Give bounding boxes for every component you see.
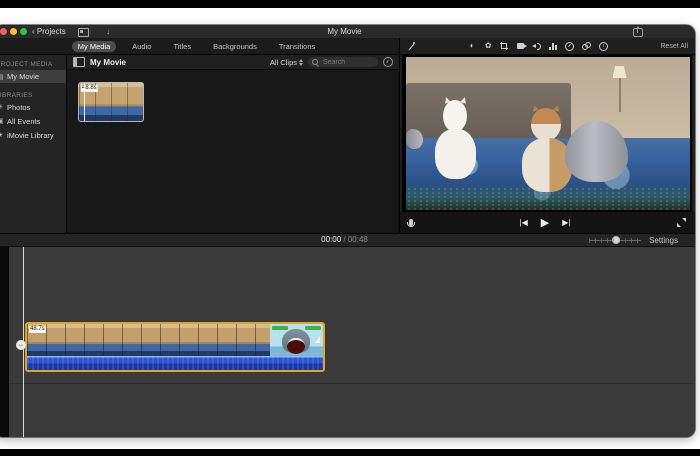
- project-media-header: PROJECT MEDIA: [0, 61, 53, 68]
- updown-chevrons-icon: [299, 57, 303, 67]
- sidebar-item-label: Photos: [7, 102, 31, 112]
- filmstrip-icon: ▤: [0, 73, 4, 81]
- endcard-badge: [272, 326, 288, 330]
- endcard-shark: [282, 329, 310, 354]
- adjust-toolbar: ◐ ✿ i Reset All: [400, 38, 695, 55]
- window-titlebar: ‹ Projects ↓ My Movie: [0, 25, 695, 39]
- all-clips-label: All Clips: [269, 57, 297, 67]
- sidebar-item-label: My Movie: [7, 72, 40, 81]
- timeline[interactable]: 48.7s ↔: [0, 247, 695, 437]
- stabilization-icon[interactable]: [516, 43, 527, 49]
- media-pane-body: PROJECT MEDIA ▤ My Movie LIBRARIES ✳ Pho…: [0, 55, 399, 233]
- total-time: / 00:48: [343, 235, 368, 244]
- speed-icon[interactable]: [565, 41, 575, 51]
- clip-duration-badge: 48.7s: [29, 326, 46, 333]
- search-box[interactable]: [308, 57, 378, 67]
- sidebar-item-my-movie[interactable]: ▤ My Movie: [0, 70, 66, 83]
- settings-button[interactable]: Settings: [649, 236, 678, 245]
- imovie-window: ‹ Projects ↓ My Movie My Media Audio Tit…: [0, 25, 695, 437]
- previous-frame-button[interactable]: |◀: [520, 218, 528, 228]
- endcard-badge: [305, 326, 321, 330]
- clip-filter-icon[interactable]: [383, 57, 393, 67]
- sidebar-item-photos[interactable]: ✳ Photos: [0, 101, 66, 113]
- noise-reduction-icon[interactable]: [549, 42, 558, 50]
- thumbnail-skimmer: [84, 83, 85, 121]
- timeline-clip-kittens[interactable]: 48.7s: [25, 322, 325, 372]
- viewer-pane: ◐ ✿ i Reset All |◀ ▶ ▶|: [399, 38, 695, 233]
- enhance-wand-icon[interactable]: [407, 41, 416, 51]
- volume-icon[interactable]: [532, 42, 542, 50]
- clip-audio-waveform: [27, 356, 323, 370]
- tab-audio[interactable]: Audio: [126, 41, 157, 52]
- trim-handle[interactable]: ↔: [16, 340, 26, 350]
- clip-filmstrip: [27, 324, 270, 356]
- timeline-track-divider: [9, 383, 695, 384]
- timeline-zoom-slider[interactable]: [589, 236, 642, 244]
- gray-kitten: [565, 121, 628, 183]
- main-content: My Media Audio Titles Backgrounds Transi…: [0, 38, 695, 233]
- video-scene: [406, 57, 690, 210]
- aperture-icon: ✳: [0, 103, 4, 111]
- clip-filter-effects-icon[interactable]: [582, 42, 592, 50]
- crop-icon[interactable]: [500, 42, 509, 50]
- browser-header: My Movie All Clips: [67, 55, 399, 70]
- info-icon[interactable]: i: [599, 41, 609, 51]
- microphone-icon[interactable]: [407, 219, 415, 227]
- next-frame-button[interactable]: ▶|: [562, 218, 570, 228]
- adjust-icon-group: ◐ ✿ i: [468, 41, 609, 51]
- search-icon: [312, 59, 318, 65]
- fullscreen-icon[interactable]: [677, 218, 686, 227]
- star-icon: ★: [0, 131, 4, 139]
- transport-controls: |◀ ▶ ▶|: [520, 217, 571, 228]
- media-tabbar: My Media Audio Titles Backgrounds Transi…: [0, 38, 399, 55]
- viewer-video-frame: [402, 55, 692, 212]
- current-time: 00:00: [321, 235, 342, 244]
- events-icon: ▣: [0, 117, 4, 125]
- libraries-header: LIBRARIES: [0, 92, 33, 99]
- tab-backgrounds[interactable]: Backgrounds: [207, 41, 263, 52]
- color-balance-icon[interactable]: ◐: [468, 41, 476, 51]
- timeline-left-gutter: [0, 247, 9, 437]
- lamp: [612, 66, 628, 113]
- sidebar-item-all-events[interactable]: ▣ All Events: [0, 115, 66, 127]
- sidebar-toggle-icon[interactable]: [73, 57, 85, 67]
- all-clips-dropdown[interactable]: All Clips: [270, 57, 303, 67]
- browser-title: My Movie: [90, 57, 127, 67]
- share-icon[interactable]: [633, 26, 643, 37]
- tab-titles[interactable]: Titles: [167, 41, 197, 52]
- white-kitten: [432, 99, 480, 180]
- top-letterbox-bar: [0, 0, 700, 8]
- play-button[interactable]: ▶: [541, 217, 549, 228]
- screenshot-stage: ‹ Projects ↓ My Movie My Media Audio Tit…: [0, 0, 700, 456]
- media-thumbnail-kittens[interactable]: 48.8s: [78, 82, 144, 122]
- media-browser: My Movie All Clips Search 48.8s: [66, 55, 399, 233]
- sidebar-item-label: iMovie Library: [7, 130, 54, 140]
- sidebar-item-label: All Events: [7, 116, 41, 126]
- timeline-header: 00:00 / 00:48 Settings: [0, 233, 695, 247]
- libraries-sidebar: PROJECT MEDIA ▤ My Movie LIBRARIES ✳ Pho…: [0, 55, 66, 233]
- window-title: My Movie: [327, 27, 362, 36]
- sidebar-item-imovie-library[interactable]: ★ iMovie Library: [0, 129, 66, 141]
- color-correction-icon[interactable]: ✿: [484, 41, 492, 51]
- bottom-letterbox-bar: [0, 449, 700, 456]
- reset-all-button[interactable]: Reset All: [660, 43, 688, 50]
- tab-my-media[interactable]: My Media: [71, 40, 117, 52]
- clip-endcard: [270, 324, 323, 356]
- media-pane: My Media Audio Titles Backgrounds Transi…: [0, 38, 399, 233]
- endcard-sailboat: [315, 336, 320, 343]
- viewer-controls: |◀ ▶ ▶|: [400, 212, 695, 233]
- kitten-left-edge: [406, 128, 424, 149]
- tab-transitions[interactable]: Transitions: [273, 41, 321, 52]
- zoom-slider-thumb[interactable]: [612, 236, 621, 244]
- search-input[interactable]: [321, 57, 374, 67]
